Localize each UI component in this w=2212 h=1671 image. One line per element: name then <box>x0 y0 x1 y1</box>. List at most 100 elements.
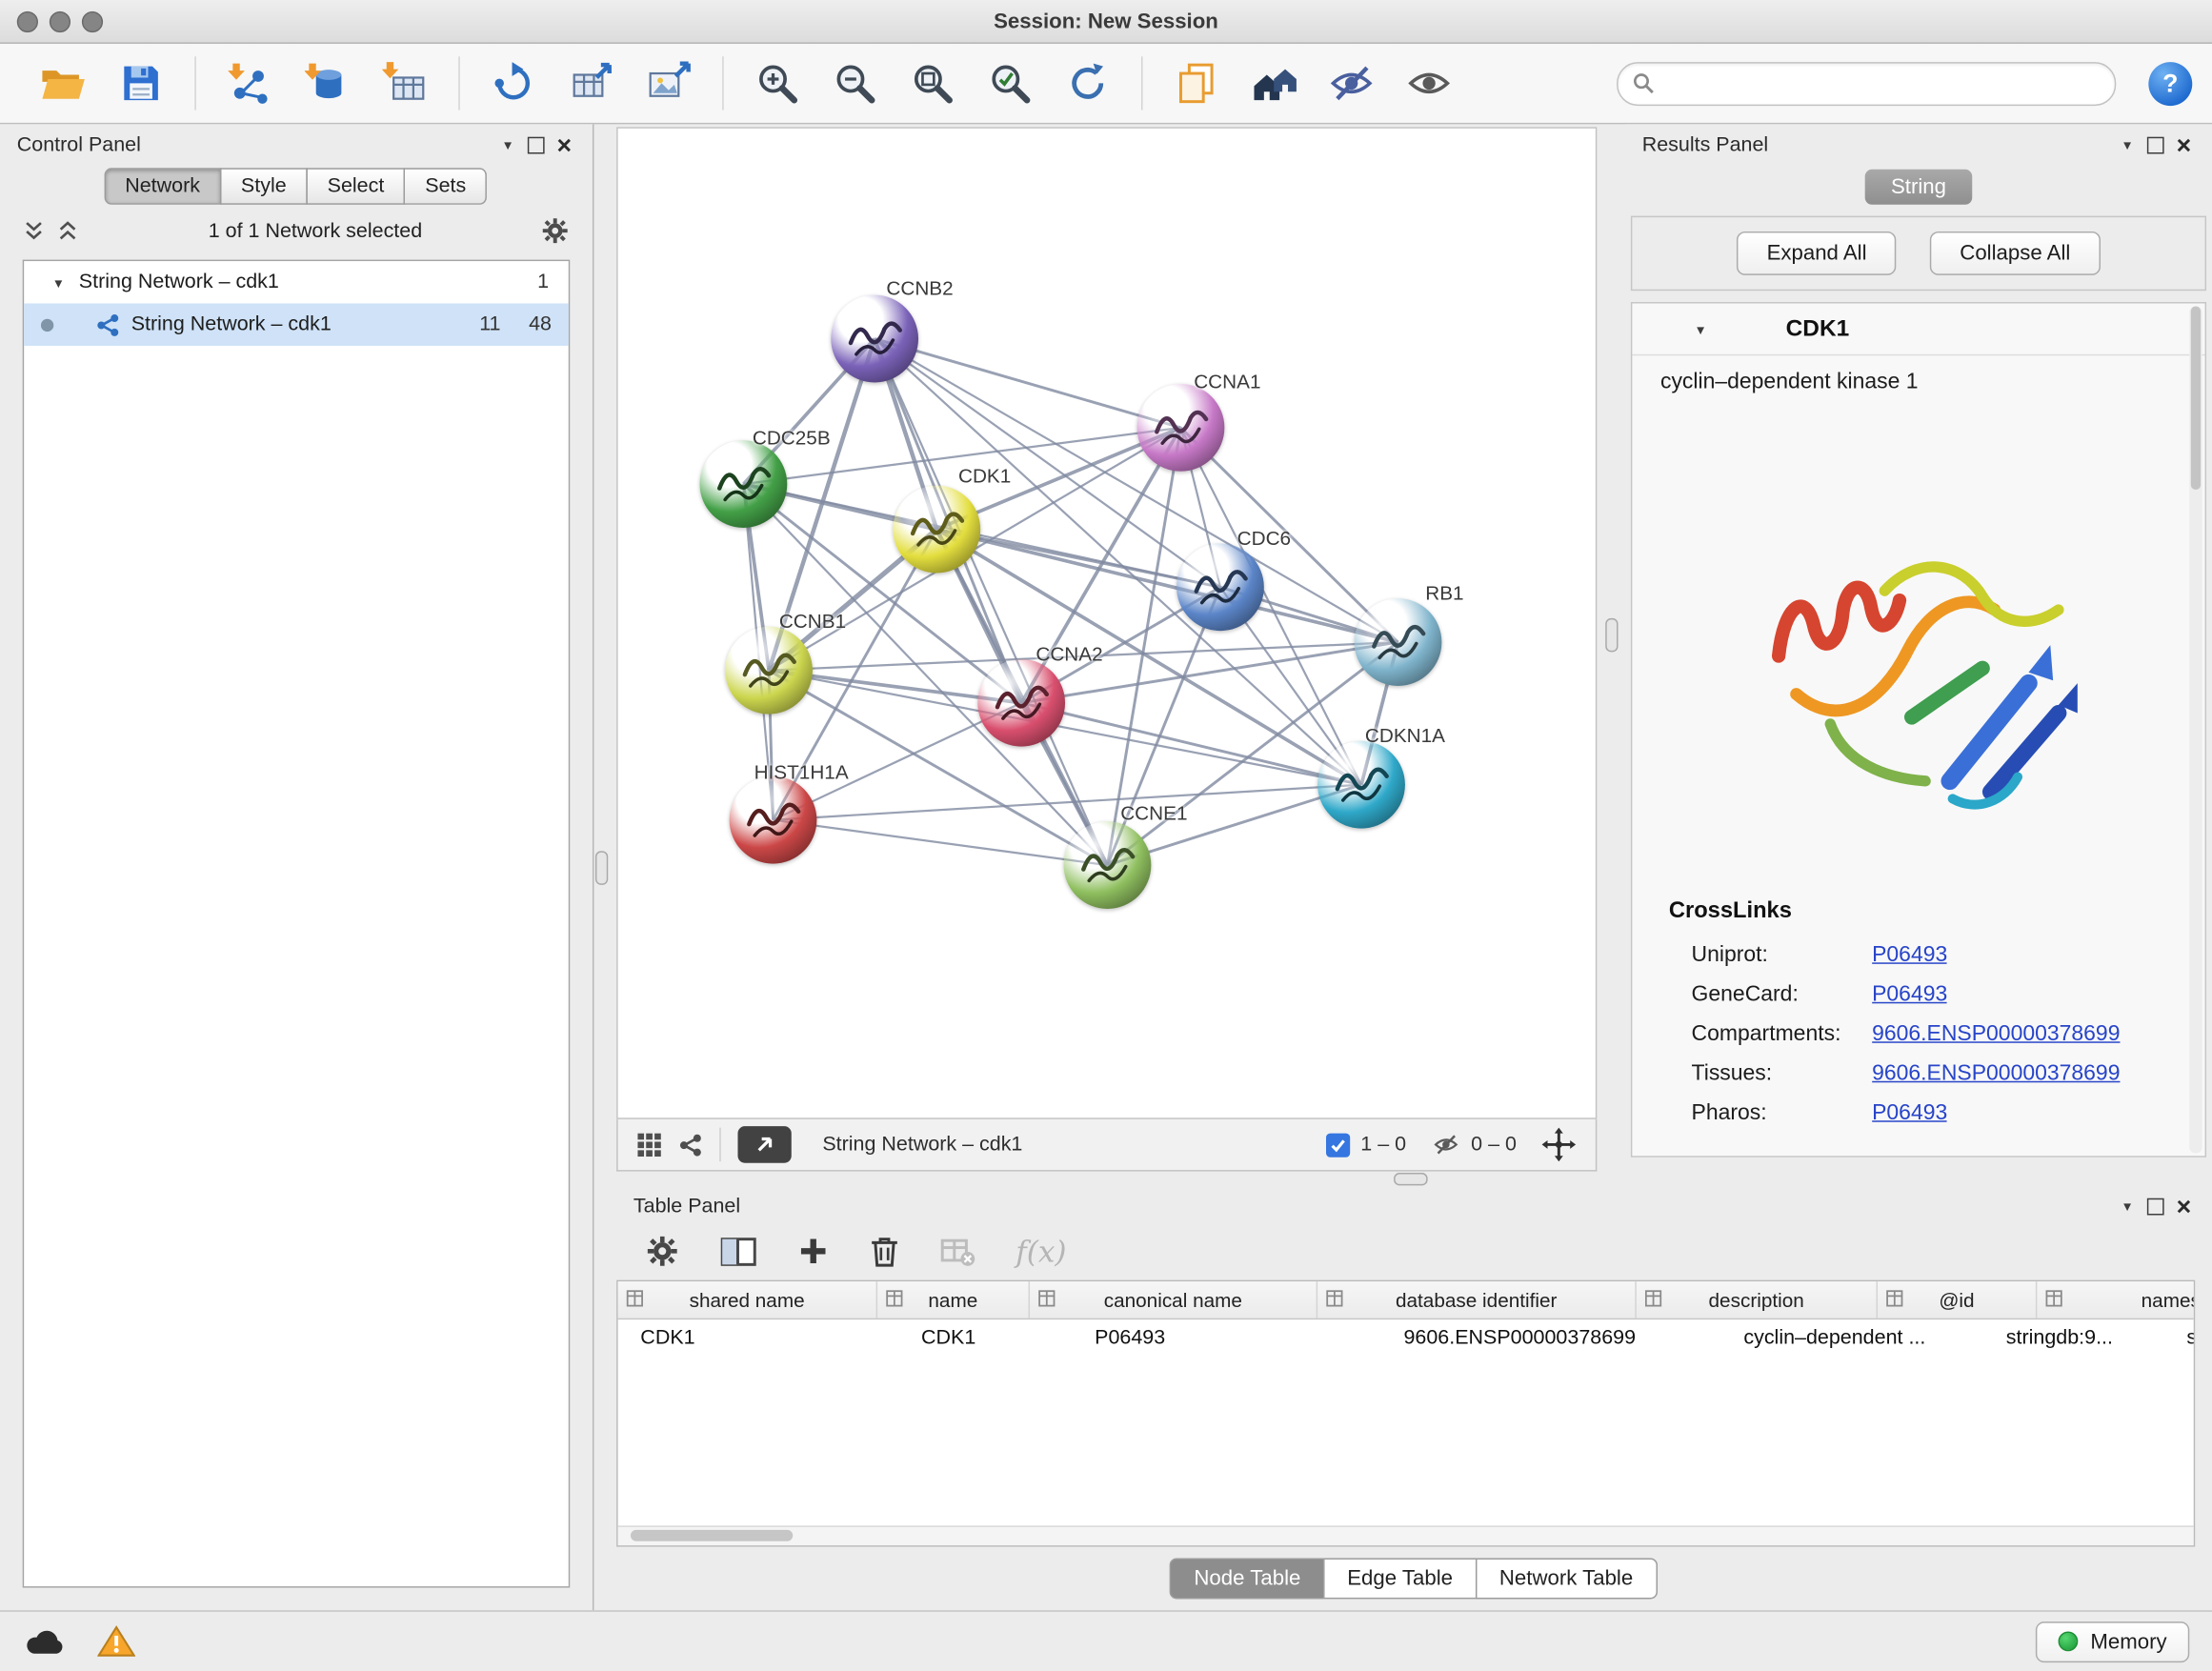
network-node-CCNB1[interactable] <box>725 627 813 715</box>
pan-move-button[interactable] <box>1542 1128 1577 1162</box>
network-collection-row[interactable]: String Network – cdk1 1 <box>24 261 569 303</box>
column-header-namespace[interactable]: namespace <box>2037 1281 2195 1319</box>
column-header--id[interactable]: @id <box>1878 1281 2037 1319</box>
add-column-button[interactable] <box>797 1235 830 1267</box>
network-edge[interactable] <box>774 820 1108 865</box>
collapse-all-button[interactable]: Collapse All <box>1930 232 2100 275</box>
column-header-name[interactable]: name <box>877 1281 1030 1319</box>
hide-selected-button[interactable] <box>1319 50 1384 115</box>
table-cell[interactable]: CDK1 <box>898 1327 1072 1350</box>
zoom-out-button[interactable] <box>822 50 887 115</box>
table-row[interactable]: CDK1CDK1P064939606.ENSP00000378699cyclin… <box>618 1319 2194 1357</box>
network-options-gear-button[interactable] <box>540 216 570 246</box>
crosslink-link[interactable]: 9606.ENSP00000378699 <box>1872 1022 2120 1048</box>
network-node-CCNE1[interactable] <box>1064 821 1152 909</box>
neighbors-button[interactable] <box>1241 50 1306 115</box>
refresh-view-button[interactable] <box>1056 50 1120 115</box>
export-table-button[interactable] <box>558 50 623 115</box>
table-cell[interactable]: 9606.ENSP00000378699 <box>1381 1327 1721 1350</box>
column-header-database-identifier[interactable]: database identifier <box>1317 1281 1637 1319</box>
import-network-file-button[interactable] <box>217 50 282 115</box>
network-node-CDK1[interactable] <box>893 486 980 574</box>
cloud-status-button[interactable] <box>23 1626 67 1658</box>
panel-menu-icon[interactable] <box>2113 132 2142 158</box>
network-node-CCNA1[interactable] <box>1137 384 1225 472</box>
tab-network[interactable]: Network <box>104 168 221 205</box>
memory-button[interactable]: Memory <box>2036 1621 2190 1661</box>
help-button[interactable]: ? <box>2148 61 2192 105</box>
float-panel-icon[interactable] <box>2142 1194 2170 1219</box>
network-node-CCNA2[interactable] <box>977 659 1065 747</box>
network-node-CDC25B[interactable] <box>700 440 788 528</box>
close-panel-icon[interactable] <box>2170 1194 2199 1219</box>
tree-expander-icon[interactable] <box>52 271 65 293</box>
table-settings-button[interactable] <box>645 1234 680 1269</box>
crosslink-link[interactable]: P06493 <box>1872 1101 1947 1127</box>
crosslink-link[interactable]: 9606.ENSP00000378699 <box>1872 1061 2120 1087</box>
network-node-RB1[interactable] <box>1355 598 1442 686</box>
export-image-button[interactable] <box>636 50 701 115</box>
float-panel-icon[interactable] <box>2142 132 2170 158</box>
table-cell[interactable]: stringdb:9... <box>1983 1327 2164 1350</box>
zoom-window-button[interactable] <box>82 10 103 31</box>
network-node-CDKN1A[interactable] <box>1317 741 1405 829</box>
panel-menu-icon[interactable] <box>493 132 522 158</box>
column-header-description[interactable]: description <box>1637 1281 1878 1319</box>
clone-network-button[interactable] <box>481 50 546 115</box>
results-splitter[interactable] <box>1597 124 1625 1171</box>
tab-string[interactable]: String <box>1865 170 1971 205</box>
zoom-in-button[interactable] <box>745 50 810 115</box>
crosslink-link[interactable]: P06493 <box>1872 943 1947 969</box>
import-table-button[interactable] <box>372 50 437 115</box>
network-edge[interactable] <box>875 339 1107 866</box>
control-panel-splitter[interactable] <box>593 124 608 1610</box>
selected-checkbox[interactable] <box>1325 1133 1349 1157</box>
float-panel-icon[interactable] <box>522 132 551 158</box>
network-canvas[interactable]: CCNB2CCNA1CDC25BCDK1CDC6RB1CCNB1CCNA2CDK… <box>616 127 1597 1118</box>
table-cell[interactable]: cyclin–dependent ... <box>1721 1327 1983 1350</box>
open-in-new-window-button[interactable] <box>737 1126 791 1163</box>
tab-sets[interactable]: Sets <box>404 168 487 205</box>
overview-toggle-button[interactable] <box>678 1133 702 1157</box>
zoom-fit-button[interactable] <box>900 50 965 115</box>
show-columns-button[interactable] <box>719 1235 757 1269</box>
table-cell[interactable]: CDK1 <box>618 1327 899 1350</box>
gene-expander-icon[interactable] <box>1695 316 1707 342</box>
close-window-button[interactable] <box>17 10 38 31</box>
table-horizontal-scrollbar[interactable] <box>618 1525 2194 1545</box>
results-scrollbar[interactable] <box>2189 306 2202 1153</box>
network-edge[interactable] <box>936 530 1398 643</box>
network-row[interactable]: String Network – cdk1 11 48 <box>24 304 569 346</box>
tab-node-table[interactable]: Node Table <box>1170 1558 1324 1599</box>
warnings-button[interactable] <box>97 1624 135 1659</box>
tab-style[interactable]: Style <box>220 168 308 205</box>
save-session-button[interactable] <box>109 50 173 115</box>
import-network-database-button[interactable] <box>294 50 359 115</box>
collapse-all-networks-icon[interactable] <box>23 220 46 241</box>
close-panel-icon[interactable] <box>551 132 579 158</box>
table-cell[interactable]: P06493 <box>1072 1327 1380 1350</box>
network-edge[interactable] <box>875 339 1180 428</box>
zoom-selected-button[interactable] <box>977 50 1042 115</box>
column-header-shared-name[interactable]: shared name <box>618 1281 877 1319</box>
open-session-button[interactable] <box>31 50 96 115</box>
panel-menu-icon[interactable] <box>2113 1194 2142 1219</box>
network-node-CCNB2[interactable] <box>831 295 918 383</box>
close-panel-icon[interactable] <box>2170 132 2199 158</box>
tab-select[interactable]: Select <box>306 168 405 205</box>
search-input[interactable] <box>1664 70 2101 96</box>
network-node-CDC6[interactable] <box>1176 543 1264 631</box>
table-cell[interactable]: stringdb <box>2164 1327 2196 1350</box>
crosslink-link[interactable]: P06493 <box>1872 982 1947 1008</box>
tab-edge-table[interactable]: Edge Table <box>1323 1558 1477 1599</box>
column-header-canonical-name[interactable]: canonical name <box>1030 1281 1317 1319</box>
network-node-HIST1H1A[interactable] <box>730 776 817 864</box>
table-panel-splitter[interactable] <box>608 1172 2212 1186</box>
duplicate-document-button[interactable] <box>1164 50 1229 115</box>
network-edge[interactable] <box>1021 703 1361 785</box>
expand-all-networks-icon[interactable] <box>56 220 79 241</box>
show-all-button[interactable] <box>1397 50 1461 115</box>
minimize-window-button[interactable] <box>50 10 70 31</box>
grid-view-button[interactable] <box>637 1133 661 1157</box>
delete-column-button[interactable] <box>869 1235 900 1269</box>
